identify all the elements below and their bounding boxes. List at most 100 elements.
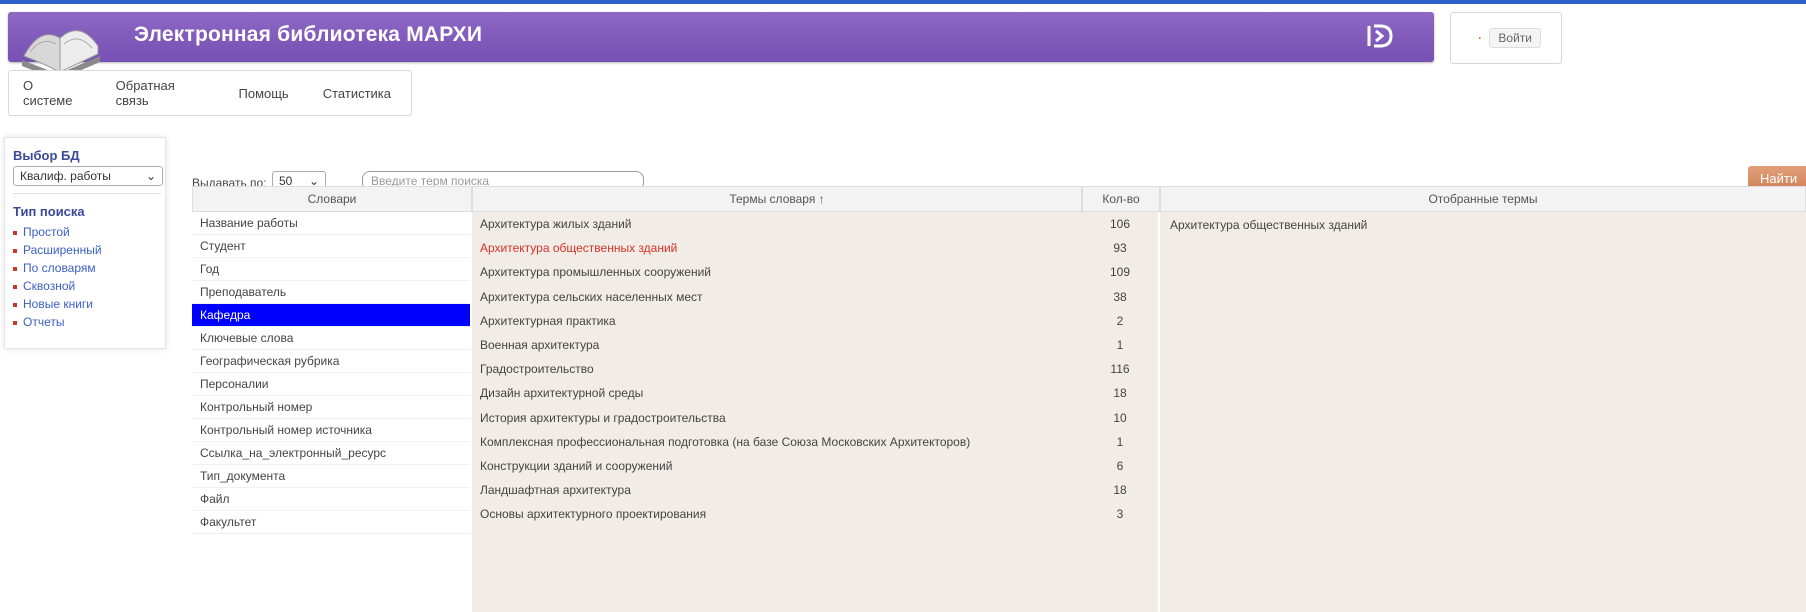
- search-type-label-text: Отчеты: [23, 315, 65, 329]
- selected-terms-panel: Архитектура общественных зданий: [1160, 212, 1806, 612]
- app-title: Электронная библиотека МАРХИ: [134, 23, 483, 46]
- dictionary-item[interactable]: Персоналии: [192, 373, 470, 396]
- bullet-icon: [13, 266, 17, 271]
- term-count: 10: [1113, 410, 1127, 425]
- app-header: Электронная библиотека МАРХИ: [8, 12, 1434, 80]
- bullet-icon: [13, 230, 17, 235]
- term-row[interactable]: Конструкции зданий и сооружений 6: [472, 454, 1158, 478]
- term-row[interactable]: Комплексная профессиональная подготовка …: [472, 430, 1158, 454]
- nav-help[interactable]: Помощь: [239, 86, 289, 101]
- term-row[interactable]: Градостроительство 116: [472, 357, 1158, 381]
- search-type-label-text: Сквозной: [23, 279, 76, 293]
- term-count: 2: [1116, 313, 1124, 328]
- term-name: Архитектура жилых зданий: [480, 217, 632, 232]
- search-type-label-text: Расширенный: [23, 243, 102, 257]
- term-row[interactable]: Архитектура сельских населенных мест 38: [472, 285, 1158, 309]
- term-count: 1: [1116, 338, 1124, 353]
- divider: [13, 193, 161, 194]
- term-count: 18: [1113, 483, 1127, 498]
- top-accent-line: [0, 0, 1806, 4]
- login-label: Войти: [1489, 28, 1541, 48]
- term-row[interactable]: Архитектурная практика 2: [472, 309, 1158, 333]
- selected-term[interactable]: Архитектура общественных зданий: [1160, 212, 1806, 232]
- dictionary-item[interactable]: Файл: [192, 488, 470, 511]
- term-name: Основы архитектурного проектирования: [480, 507, 707, 522]
- term-row[interactable]: Ландшафтная архитектура 18: [472, 478, 1158, 502]
- term-count: 6: [1116, 458, 1124, 473]
- term-count: 18: [1113, 386, 1127, 401]
- dictionaries-header: Словари: [192, 186, 472, 212]
- search-type-list: Простой Расширенный По словарям Сквозной…: [13, 223, 102, 331]
- search-type-simple[interactable]: Простой: [13, 223, 102, 241]
- db-select-label: Выбор БД: [13, 148, 80, 163]
- login-panel: Войти: [1450, 12, 1562, 64]
- term-name: Ландшафтная архитектура: [480, 483, 631, 498]
- left-panel: Выбор БД Квалиф. работы ⌄ Тип поиска Про…: [4, 137, 166, 349]
- search-type-label-text: Простой: [23, 225, 70, 239]
- terms-list: Архитектура жилых зданий 106 Архитектура …: [472, 212, 1158, 612]
- term-name: Архитектура промышленных сооружений: [480, 265, 711, 280]
- count-header[interactable]: Кол-во: [1082, 186, 1160, 212]
- dictionary-item[interactable]: Ключевые слова: [192, 327, 470, 350]
- login-button[interactable]: Войти: [1479, 27, 1541, 49]
- dictionary-item[interactable]: Название работы: [192, 212, 470, 235]
- term-row[interactable]: Военная архитектура 1: [472, 333, 1158, 357]
- term-row[interactable]: Дизайн архитектурной среды 18: [472, 381, 1158, 405]
- term-count: 93: [1113, 241, 1127, 256]
- dictionary-item[interactable]: Контрольный номер: [192, 396, 470, 419]
- nav-feedback[interactable]: Обратная связь: [116, 78, 205, 108]
- terms-header[interactable]: Термы словаря ↑: [472, 186, 1082, 212]
- search-type-label-text: По словарям: [23, 261, 96, 275]
- term-count: 106: [1109, 217, 1131, 232]
- selected-terms-header: Отобранные термы: [1160, 186, 1806, 212]
- nav-statistics[interactable]: Статистика: [323, 86, 391, 101]
- term-name: Архитектурная практика: [480, 313, 616, 328]
- dictionary-item-selected[interactable]: Кафедра: [192, 304, 470, 327]
- term-count: 1: [1116, 434, 1124, 449]
- login-icon: [1479, 36, 1482, 40]
- dictionary-item[interactable]: Факультет: [192, 511, 470, 534]
- chevron-down-icon: ⌄: [145, 169, 156, 183]
- bullet-icon: [13, 302, 17, 307]
- dictionary-item[interactable]: Год: [192, 258, 470, 281]
- term-row[interactable]: Архитектура жилых зданий 106: [472, 212, 1158, 236]
- term-name: Дизайн архитектурной среды: [480, 386, 644, 401]
- brand-logo-icon: [1366, 23, 1394, 56]
- term-count: 109: [1109, 265, 1131, 280]
- term-name: Архитектура сельских населенных мест: [480, 289, 703, 304]
- term-count: 3: [1116, 507, 1124, 522]
- term-row[interactable]: Архитектура промышленных сооружений 109: [472, 260, 1158, 284]
- db-select[interactable]: Квалиф. работы ⌄: [13, 166, 163, 186]
- term-name: Комплексная профессиональная подготовка …: [480, 434, 971, 449]
- top-nav: О системе Обратная связь Помощь Статисти…: [8, 70, 412, 116]
- search-type-label: Тип поиска: [13, 204, 85, 219]
- bullet-icon: [13, 320, 17, 325]
- db-select-value: Квалиф. работы: [20, 169, 111, 183]
- search-type-cross[interactable]: Сквозной: [13, 277, 102, 295]
- term-row[interactable]: Основы архитектурного проектирования 3: [472, 502, 1158, 526]
- term-row[interactable]: История архитектуры и градостроительства…: [472, 406, 1158, 430]
- dictionary-item[interactable]: Контрольный номер источника: [192, 419, 470, 442]
- term-name: Градостроительство: [480, 362, 594, 377]
- term-name: Конструкции зданий и сооружений: [480, 458, 673, 473]
- dictionary-item[interactable]: Тип_документа: [192, 465, 470, 488]
- dictionaries-list: Название работы Студент Год Преподавател…: [192, 212, 470, 612]
- term-name: Военная архитектура: [480, 338, 600, 353]
- dictionary-item[interactable]: Преподаватель: [192, 281, 470, 304]
- bullet-icon: [13, 248, 17, 253]
- search-type-new-books[interactable]: Новые книги: [13, 295, 102, 313]
- search-type-label-text: Новые книги: [23, 297, 94, 311]
- term-name-active: Архитектура общественных зданий: [480, 241, 678, 256]
- term-name: История архитектуры и градостроительства: [480, 410, 726, 425]
- term-count: 38: [1113, 289, 1127, 304]
- dictionary-item[interactable]: Ссылка_на_электронный_ресурс: [192, 442, 470, 465]
- term-row[interactable]: Архитектура общественных зданий 93: [472, 236, 1158, 260]
- nav-about[interactable]: О системе: [23, 78, 82, 108]
- dictionary-item[interactable]: Студент: [192, 235, 470, 258]
- search-type-extended[interactable]: Расширенный: [13, 241, 102, 259]
- bullet-icon: [13, 284, 17, 289]
- search-type-reports[interactable]: Отчеты: [13, 313, 102, 331]
- term-count: 116: [1110, 362, 1130, 377]
- search-type-dictionaries[interactable]: По словарям: [13, 259, 102, 277]
- dictionary-item[interactable]: Географическая рубрика: [192, 350, 470, 373]
